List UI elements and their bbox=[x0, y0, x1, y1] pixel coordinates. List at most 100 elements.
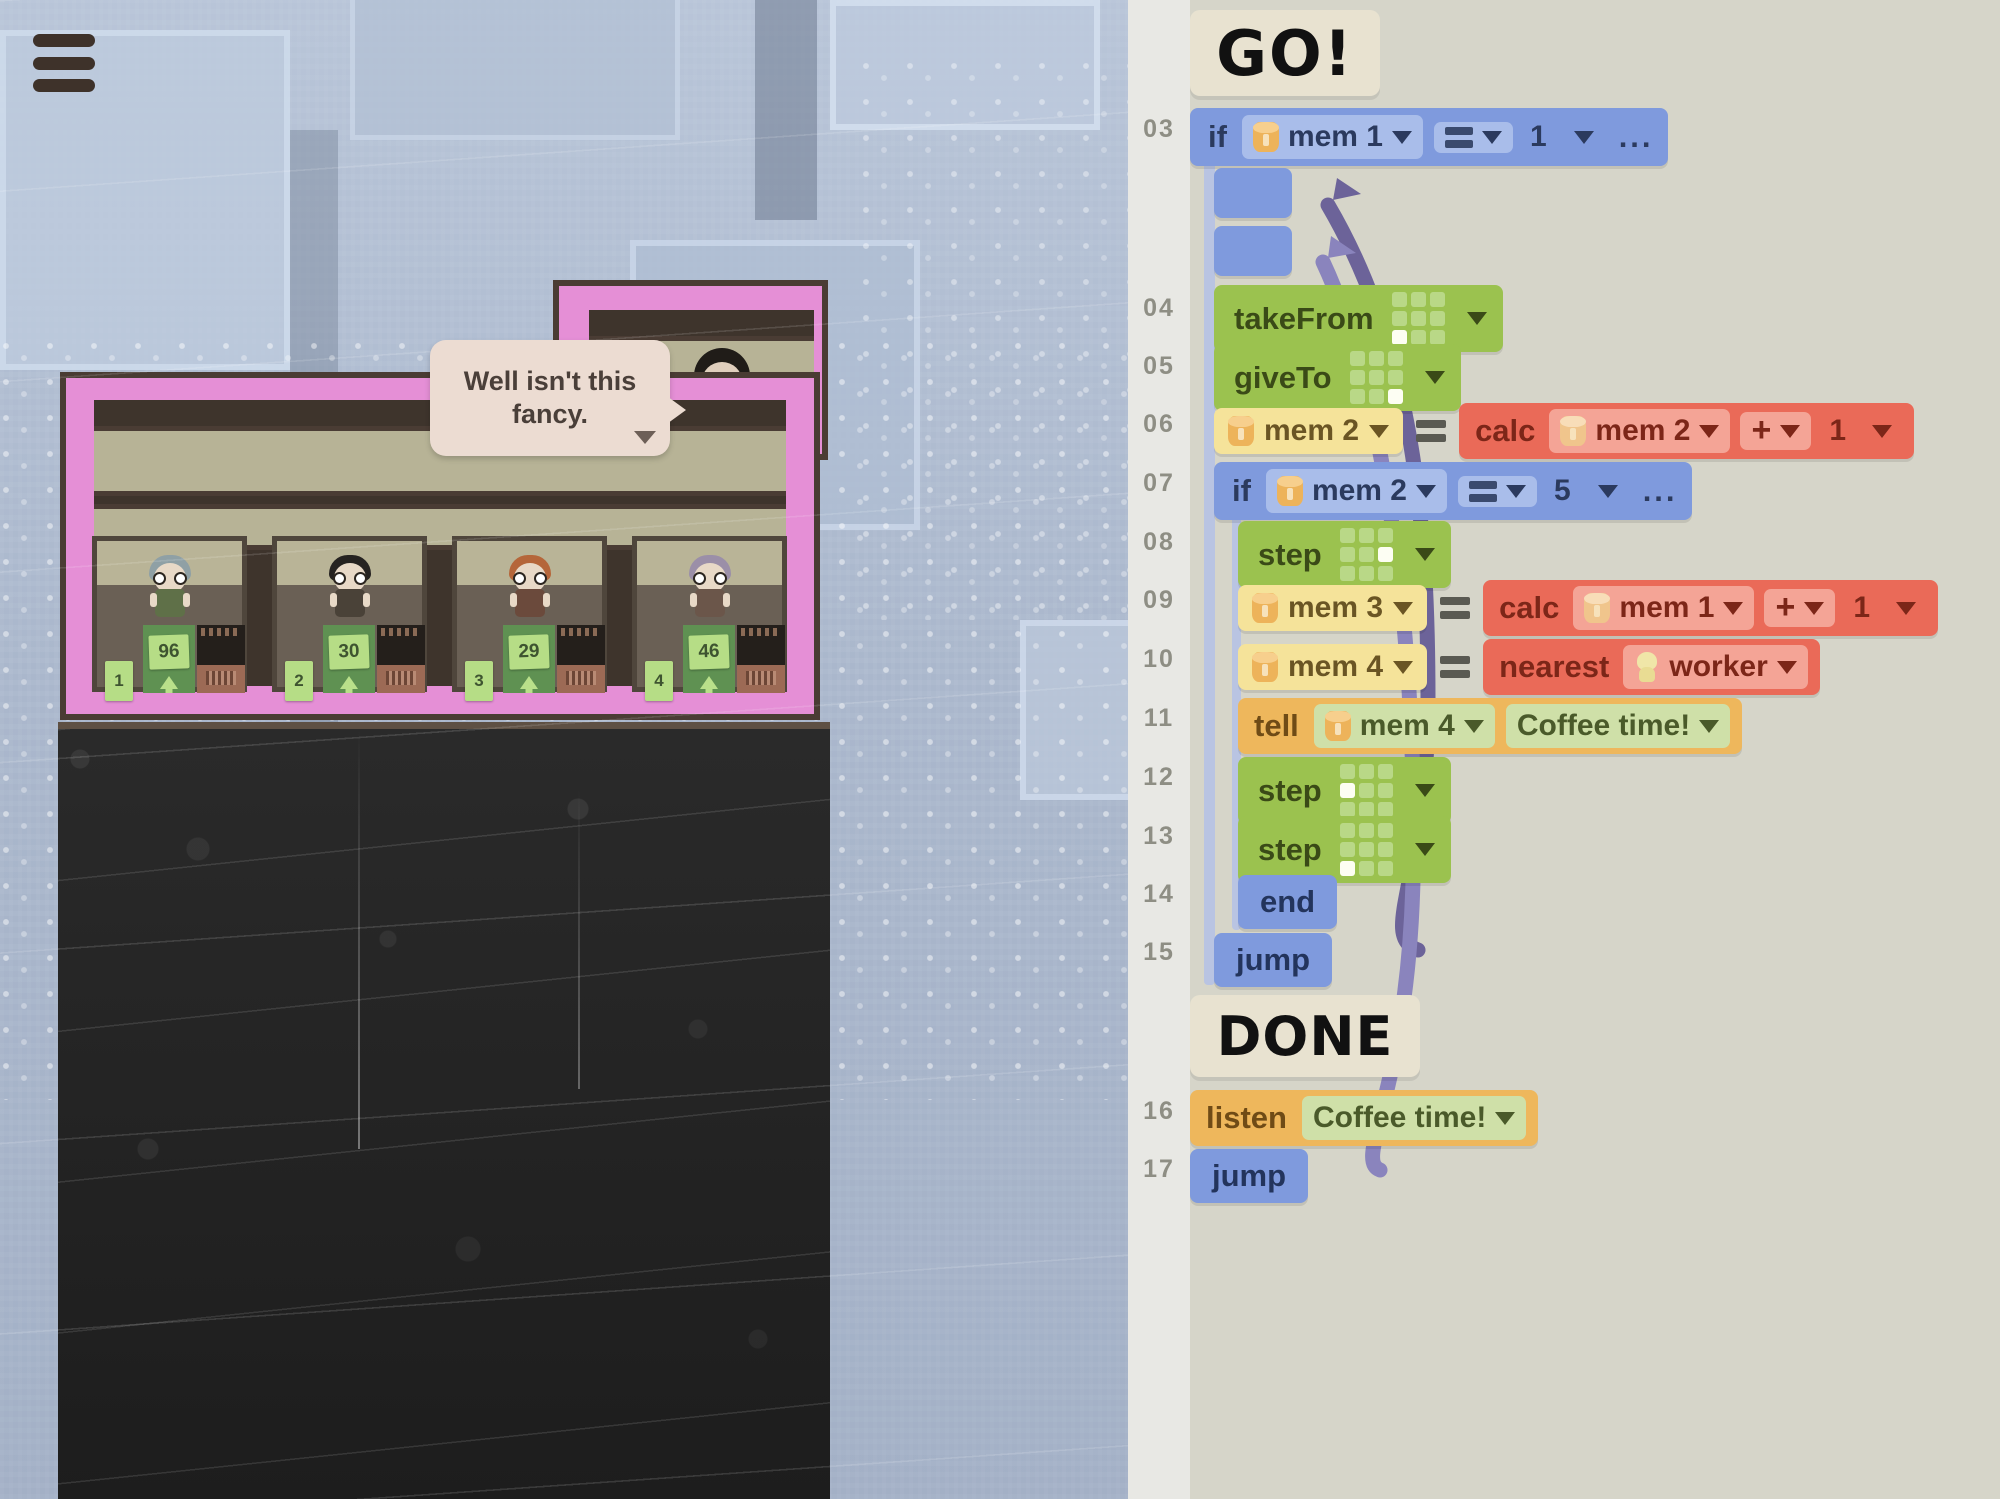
hamburger-menu-icon[interactable] bbox=[33, 34, 95, 92]
worker-avatar bbox=[507, 555, 553, 617]
chevron-down-icon[interactable] bbox=[1506, 484, 1526, 498]
calc-operand-a-label: mem 2 bbox=[1595, 414, 1691, 447]
tell-message-slot[interactable]: Coffee time! bbox=[1505, 704, 1731, 748]
chevron-down-icon[interactable] bbox=[1804, 601, 1825, 615]
code-row-08-step[interactable]: step bbox=[1238, 521, 1451, 588]
chevron-down-icon[interactable] bbox=[1414, 548, 1435, 561]
if-operator-slot[interactable] bbox=[1434, 121, 1513, 153]
assign-target-label: mem 2 bbox=[1264, 414, 1360, 447]
code-row-15-jump[interactable]: jump bbox=[1214, 933, 1333, 987]
cubicle[interactable]: 96 1 bbox=[92, 536, 247, 701]
assign-target-block[interactable]: mem 2 bbox=[1214, 408, 1404, 454]
worker-icon bbox=[1634, 652, 1660, 682]
chevron-down-icon[interactable] bbox=[1393, 601, 1414, 615]
listen-message-slot[interactable]: Coffee time! bbox=[1301, 1096, 1527, 1140]
code-row-05-giveto[interactable]: giveTo bbox=[1214, 344, 1461, 411]
line-number: 13 bbox=[1143, 822, 1175, 850]
nearest-keyword: nearest bbox=[1499, 649, 1610, 684]
calc-block[interactable]: calc mem 2 + 1 bbox=[1459, 403, 1915, 459]
code-row-13-step[interactable]: step bbox=[1238, 816, 1451, 883]
chevron-down-icon[interactable] bbox=[1393, 660, 1414, 674]
chevron-down-icon[interactable] bbox=[1369, 424, 1390, 438]
calc-block[interactable]: calc mem 1 + 1 bbox=[1483, 580, 1939, 636]
chevron-down-icon[interactable] bbox=[1699, 424, 1720, 438]
chevron-down-icon[interactable] bbox=[634, 431, 656, 444]
chevron-down-icon[interactable] bbox=[1699, 719, 1720, 733]
calc-operand-b-label: 1 bbox=[1829, 414, 1847, 447]
dark-tower bbox=[58, 722, 830, 1499]
calc-operator[interactable]: + bbox=[1740, 412, 1812, 450]
nearest-target-slot[interactable]: worker bbox=[1623, 645, 1808, 689]
direction-grid-icon[interactable] bbox=[1349, 351, 1403, 404]
if-keyword: if bbox=[1208, 119, 1227, 154]
code-row-17-jump[interactable]: jump bbox=[1190, 1149, 1309, 1203]
chevron-down-icon[interactable] bbox=[1416, 484, 1436, 498]
if-variable-label: mem 2 bbox=[1311, 474, 1407, 507]
if-variable-slot[interactable]: mem 2 bbox=[1265, 469, 1447, 513]
code-row-09-assign[interactable]: mem 3 calc mem 1 + 1 bbox=[1238, 580, 1939, 636]
direction-grid-icon[interactable] bbox=[1391, 292, 1445, 345]
code-row-04-takefrom[interactable]: takeFrom bbox=[1214, 285, 1503, 352]
if-operator-slot[interactable] bbox=[1458, 475, 1537, 507]
chevron-down-icon[interactable] bbox=[1872, 424, 1893, 438]
calc-operand-a[interactable]: mem 1 bbox=[1573, 586, 1755, 630]
chevron-down-icon[interactable] bbox=[1573, 130, 1594, 144]
tell-target-slot[interactable]: mem 4 bbox=[1313, 704, 1495, 748]
chevron-down-icon[interactable] bbox=[1482, 130, 1502, 144]
line-number: 14 bbox=[1143, 880, 1175, 908]
desk: 30 bbox=[323, 625, 375, 693]
equals-sign-icon bbox=[1440, 656, 1471, 678]
chevron-down-icon[interactable] bbox=[1414, 784, 1435, 797]
line-number: 10 bbox=[1143, 645, 1175, 673]
code-row-03-if[interactable]: if mem 1 1 ... bbox=[1190, 108, 1668, 166]
nearest-target-label: worker bbox=[1669, 650, 1768, 683]
cubicle-id: 3 bbox=[465, 661, 493, 701]
shredder bbox=[557, 625, 605, 693]
if-variable-slot[interactable]: mem 1 bbox=[1241, 115, 1423, 159]
if-more-options[interactable]: ... bbox=[1619, 119, 1654, 155]
chevron-down-icon[interactable] bbox=[1776, 660, 1797, 674]
cubicle[interactable]: 46 4 bbox=[632, 536, 787, 701]
chevron-down-icon[interactable] bbox=[1896, 601, 1917, 615]
direction-grid-icon[interactable] bbox=[1339, 764, 1393, 817]
line-number: 07 bbox=[1143, 469, 1175, 497]
code-row-16-listen[interactable]: listen Coffee time! bbox=[1190, 1090, 1539, 1146]
code-row-12-step[interactable]: step bbox=[1238, 757, 1451, 824]
line-number-gutter bbox=[1128, 0, 1190, 1499]
chevron-down-icon[interactable] bbox=[1495, 1111, 1516, 1125]
chevron-down-icon[interactable] bbox=[1466, 312, 1487, 325]
chevron-down-icon[interactable] bbox=[1392, 130, 1412, 144]
chevron-down-icon[interactable] bbox=[1424, 371, 1445, 384]
direction-grid-icon[interactable] bbox=[1339, 823, 1393, 876]
chevron-down-icon[interactable] bbox=[1723, 601, 1744, 615]
empty-block-slot[interactable] bbox=[1214, 226, 1292, 276]
speech-bubble: Well isn't this fancy. bbox=[430, 340, 686, 456]
desk: 96 bbox=[143, 625, 195, 693]
if-value-label: 5 bbox=[1554, 474, 1571, 507]
assign-target-block[interactable]: mem 3 bbox=[1238, 585, 1428, 631]
memory-barrel-icon bbox=[1584, 593, 1611, 623]
nearest-block[interactable]: nearest worker bbox=[1483, 639, 1820, 695]
desk-value: 46 bbox=[688, 634, 730, 670]
memory-barrel-icon bbox=[1560, 416, 1587, 446]
if-more-options[interactable]: ... bbox=[1643, 473, 1678, 509]
backdrop-building bbox=[755, 0, 817, 220]
chevron-down-icon[interactable] bbox=[1597, 484, 1618, 498]
chevron-down-icon[interactable] bbox=[1414, 843, 1435, 856]
calc-operand-a[interactable]: mem 2 bbox=[1549, 409, 1731, 453]
calc-operator[interactable]: + bbox=[1764, 589, 1836, 627]
chevron-down-icon[interactable] bbox=[1463, 719, 1484, 733]
if-keyword: if bbox=[1232, 473, 1251, 508]
empty-block-slot[interactable] bbox=[1214, 168, 1292, 218]
cubicle[interactable]: 29 3 bbox=[452, 536, 607, 701]
line-number: 06 bbox=[1143, 410, 1175, 438]
code-row-14-end[interactable]: end bbox=[1238, 875, 1338, 929]
chevron-down-icon[interactable] bbox=[1780, 424, 1801, 438]
code-row-11-tell[interactable]: tell mem 4 Coffee time! bbox=[1238, 698, 1743, 754]
code-row-10-assign[interactable]: mem 4 nearest worker bbox=[1238, 639, 1820, 695]
assign-target-block[interactable]: mem 4 bbox=[1238, 644, 1428, 690]
direction-grid-icon[interactable] bbox=[1339, 528, 1393, 581]
code-row-07-if[interactable]: if mem 2 5 ... bbox=[1214, 462, 1692, 520]
cubicle[interactable]: 30 2 bbox=[272, 536, 427, 701]
code-row-06-assign[interactable]: mem 2 calc mem 2 + 1 bbox=[1214, 403, 1915, 459]
